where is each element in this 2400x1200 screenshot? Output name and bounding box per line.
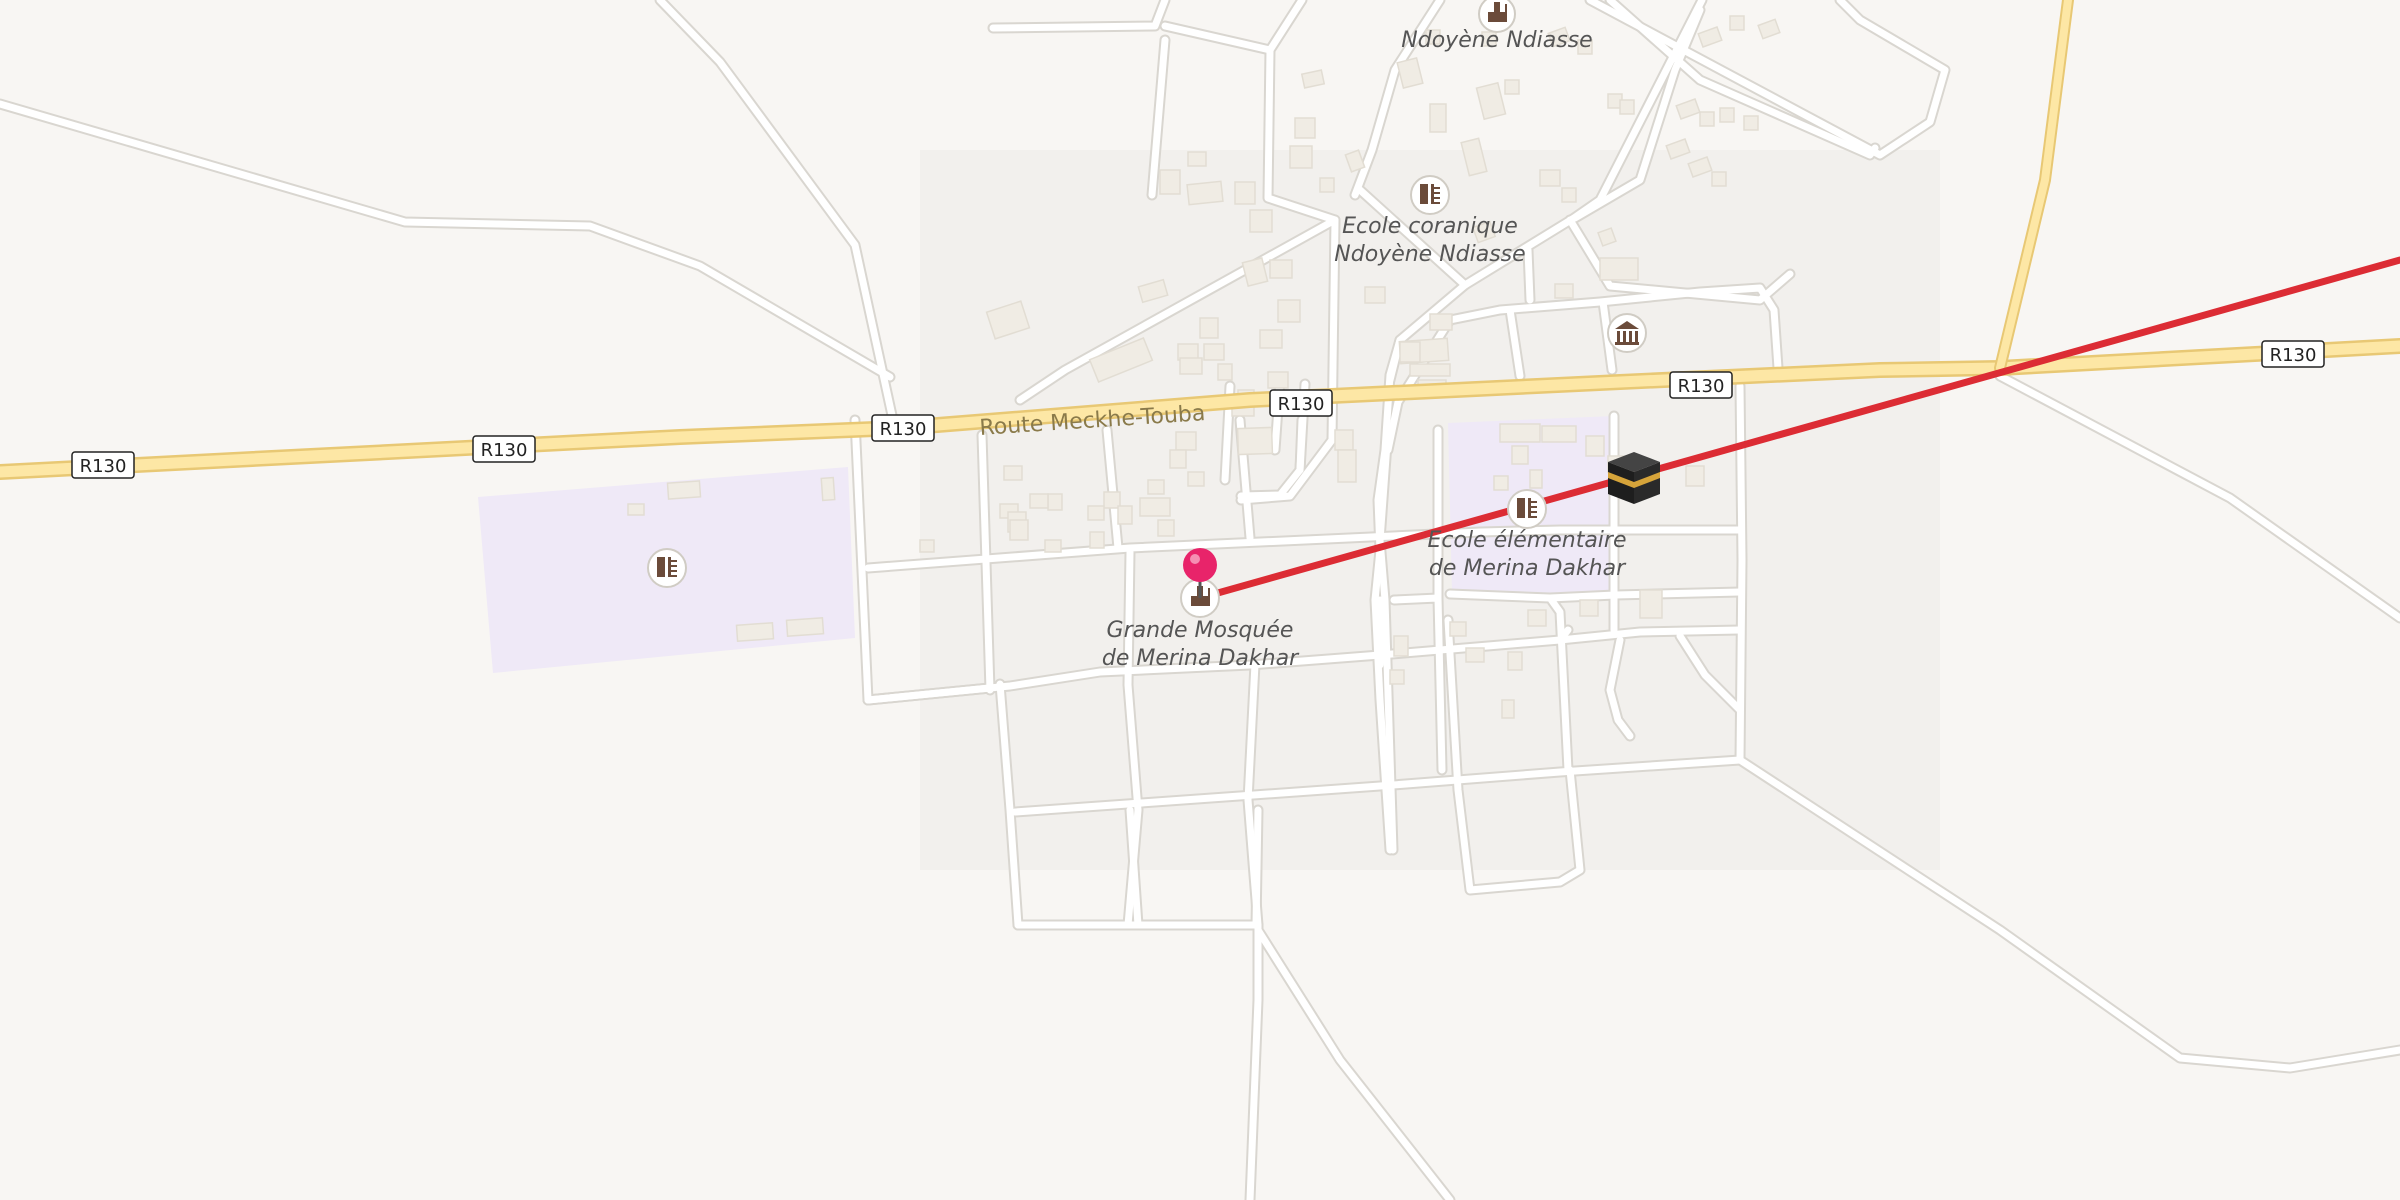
road-shield-label: R130: [1278, 394, 1325, 415]
road-shield: R130: [871, 414, 935, 442]
school-icon[interactable]: [647, 548, 687, 588]
primary-school-label-line2: de Merina Dakhar: [1429, 556, 1627, 581]
road-shield: R130: [1269, 389, 1333, 417]
quranic-school-label-line2: Ndoyène Ndiasse: [1334, 242, 1525, 267]
road-shield-label: R130: [1678, 376, 1725, 397]
museum-icon[interactable]: [1607, 313, 1647, 353]
road-shield-label: R130: [880, 419, 927, 440]
mosque-label-line1: Grande Mosquée: [1107, 618, 1294, 643]
road-shield: R130: [71, 451, 135, 479]
primary-school-label-line1: Ecole élémentaire: [1428, 528, 1627, 553]
village-label: Ndoyène Ndiasse: [1401, 28, 1592, 53]
road-shield: R130: [2261, 340, 2325, 368]
mosque-label-line2: de Merina Dakhar: [1102, 646, 1300, 671]
map-canvas[interactable]: Route Meckhe-Touba R130 R130 R130 R130 R…: [0, 0, 2400, 1200]
road-shield: R130: [1669, 371, 1733, 399]
road-shield-label: R130: [2270, 345, 2317, 366]
road-shield-label: R130: [80, 456, 127, 477]
school-icon[interactable]: [1507, 489, 1547, 529]
school-icon[interactable]: [1410, 175, 1450, 215]
road-shield-label: R130: [481, 440, 528, 461]
secondary-road[interactable]: [1996, 0, 2072, 372]
kaaba-icon[interactable]: [1608, 452, 1660, 504]
quranic-school-label-line1: Ecole coranique: [1342, 214, 1518, 239]
road-shield: R130: [472, 435, 536, 463]
